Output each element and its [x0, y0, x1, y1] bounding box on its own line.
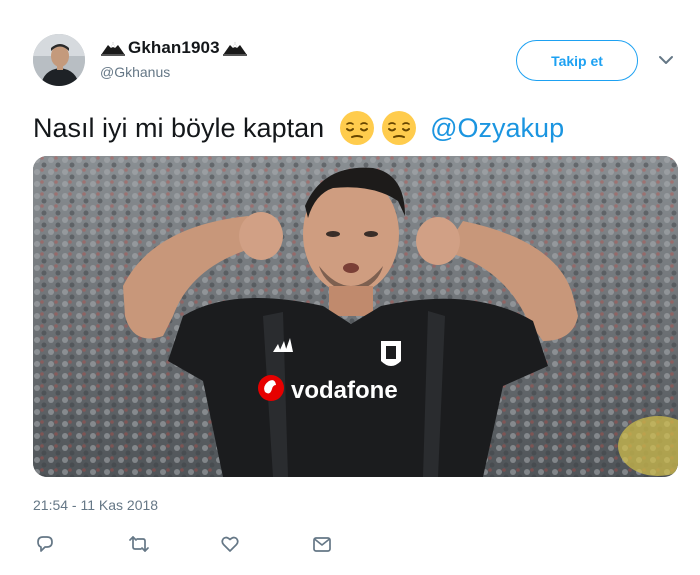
tweet-body: Nasıl iyi mi böyle kaptan — [33, 113, 325, 143]
shirt-sponsor-text: vodafone — [291, 377, 398, 404]
reply-button[interactable] — [33, 532, 57, 556]
follow-button[interactable]: Takip et — [516, 40, 638, 81]
pensive-face-emoji — [382, 111, 417, 145]
chevron-down-icon[interactable] — [658, 54, 674, 66]
reply-icon — [37, 536, 53, 552]
direct-message-button[interactable] — [310, 532, 334, 556]
heart-icon — [221, 536, 239, 552]
eagle-icon — [101, 42, 125, 56]
avatar[interactable] — [33, 34, 85, 86]
eagle-icon — [222, 42, 247, 56]
pensive-face-emoji — [340, 111, 375, 145]
tweet-timestamp[interactable]: 21:54 - 11 Kas 2018 — [33, 497, 158, 513]
tweet-photo[interactable]: vodafone — [33, 156, 678, 477]
display-name: Gkhan1903 — [128, 38, 220, 57]
envelope-icon — [313, 537, 331, 552]
tweet-text: Nasıl iyi mi böyle kaptan @Ozyakup — [33, 108, 564, 148]
user-handle[interactable]: @Gkhanus — [100, 64, 170, 80]
display-name-row[interactable]: Gkhan1903 — [100, 36, 248, 60]
retweet-icon — [129, 536, 149, 552]
tweet-card: Gkhan1903 @Gkhanus Takip et Nasıl iyi mi… — [0, 0, 700, 575]
like-button[interactable] — [218, 532, 242, 556]
retweet-button[interactable] — [127, 532, 151, 556]
mention-link[interactable]: @Ozyakup — [430, 108, 564, 148]
